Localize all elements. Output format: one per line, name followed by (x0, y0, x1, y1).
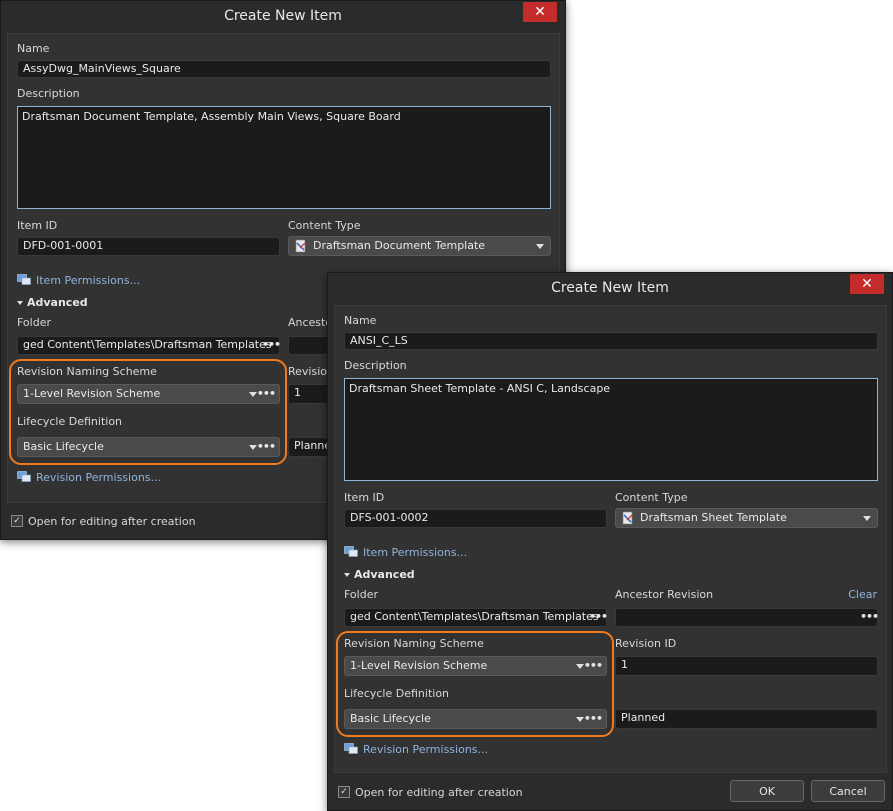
name-label: Name (17, 42, 50, 55)
description-label: Description (344, 359, 407, 372)
open-for-editing-label: Open for editing after creation (355, 786, 523, 799)
name-field[interactable]: ANSI_C_LS (344, 332, 878, 350)
collapse-triangle-icon (17, 301, 23, 305)
highlight-box (9, 359, 287, 465)
chevron-down-icon (863, 516, 871, 521)
permissions-icon (17, 471, 31, 482)
open-for-editing-checkbox[interactable]: ✓ (11, 515, 23, 527)
check-icon: ✓ (13, 516, 21, 526)
ancestor-label: Ancesto (288, 316, 333, 329)
permissions-icon (344, 743, 358, 754)
folder-value: ged Content\Templates\Draftsman Template… (23, 338, 272, 351)
close-button[interactable]: ✕ (523, 2, 557, 22)
highlight-box (336, 631, 614, 737)
content-type-label: Content Type (288, 219, 361, 232)
name-label: Name (344, 314, 377, 327)
dialog-title: Create New Item (224, 8, 342, 24)
advanced-section-toggle[interactable]: Advanced (344, 568, 415, 581)
description-textarea[interactable]: Draftsman Document Template, Assembly Ma… (17, 106, 551, 209)
content-type-select[interactable]: Draftsman Sheet Template (615, 508, 878, 528)
advanced-section-toggle[interactable]: Advanced (17, 296, 88, 309)
permissions-icon (17, 274, 31, 285)
folder-browse-icon[interactable]: ••• (589, 610, 608, 623)
close-icon: ✕ (534, 4, 546, 20)
dialog-title: Create New Item (551, 280, 669, 296)
revision-id-label: Revision ID (615, 637, 677, 650)
content-type-label: Content Type (615, 491, 688, 504)
open-for-editing-label: Open for editing after creation (28, 515, 196, 528)
clear-link[interactable]: Clear (848, 588, 877, 601)
cancel-button[interactable]: Cancel (811, 780, 885, 802)
content-type-value: Draftsman Sheet Template (640, 511, 787, 524)
collapse-triangle-icon (344, 573, 350, 577)
item-permissions-link[interactable]: Item Permissions... (36, 274, 140, 287)
ok-button[interactable]: OK (730, 780, 804, 802)
item-id-label: Item ID (17, 219, 58, 232)
revision-permissions-link[interactable]: Revision Permissions... (36, 471, 161, 484)
chevron-down-icon (536, 244, 544, 249)
advanced-label: Advanced (27, 296, 88, 309)
folder-value: ged Content\Templates\Draftsman Template… (350, 610, 599, 623)
item-id-field[interactable]: DFD-001-0001 (17, 237, 280, 256)
revision-id-field[interactable]: 1 (615, 656, 878, 676)
description-textarea[interactable]: Draftsman Sheet Template - ANSI C, Lands… (344, 378, 878, 481)
item-id-field[interactable]: DFS-001-0002 (344, 509, 607, 528)
folder-field[interactable]: ged Content\Templates\Draftsman Template… (344, 608, 607, 627)
open-for-editing-checkbox[interactable]: ✓ (338, 786, 350, 798)
sheet-template-icon (622, 511, 633, 525)
folder-label: Folder (17, 316, 51, 329)
front-dialog: Create New Item ✕ Name ANSI_C_LS Descrip… (327, 272, 893, 811)
check-icon: ✓ (340, 787, 348, 797)
close-icon: ✕ (861, 276, 873, 292)
lifecycle-state-field: Planned (615, 709, 878, 729)
content-type-value: Draftsman Document Template (313, 239, 486, 252)
folder-label: Folder (344, 588, 378, 601)
item-id-label: Item ID (344, 491, 385, 504)
close-button[interactable]: ✕ (850, 274, 884, 294)
item-permissions-link[interactable]: Item Permissions... (363, 546, 467, 559)
ancestor-revision-field[interactable] (615, 608, 878, 627)
content-type-select[interactable]: Draftsman Document Template (288, 236, 551, 256)
permissions-icon (344, 546, 358, 557)
advanced-label: Advanced (354, 568, 415, 581)
folder-field[interactable]: ged Content\Templates\Draftsman Template… (17, 336, 280, 355)
revision-permissions-link[interactable]: Revision Permissions... (363, 743, 488, 756)
document-template-icon (295, 239, 306, 253)
name-field[interactable]: AssyDwg_MainViews_Square (17, 60, 551, 78)
ancestor-revision-label: Ancestor Revision (615, 588, 714, 601)
description-label: Description (17, 87, 80, 100)
folder-browse-icon[interactable]: ••• (262, 338, 281, 351)
ancestor-browse-icon[interactable]: ••• (860, 610, 879, 623)
